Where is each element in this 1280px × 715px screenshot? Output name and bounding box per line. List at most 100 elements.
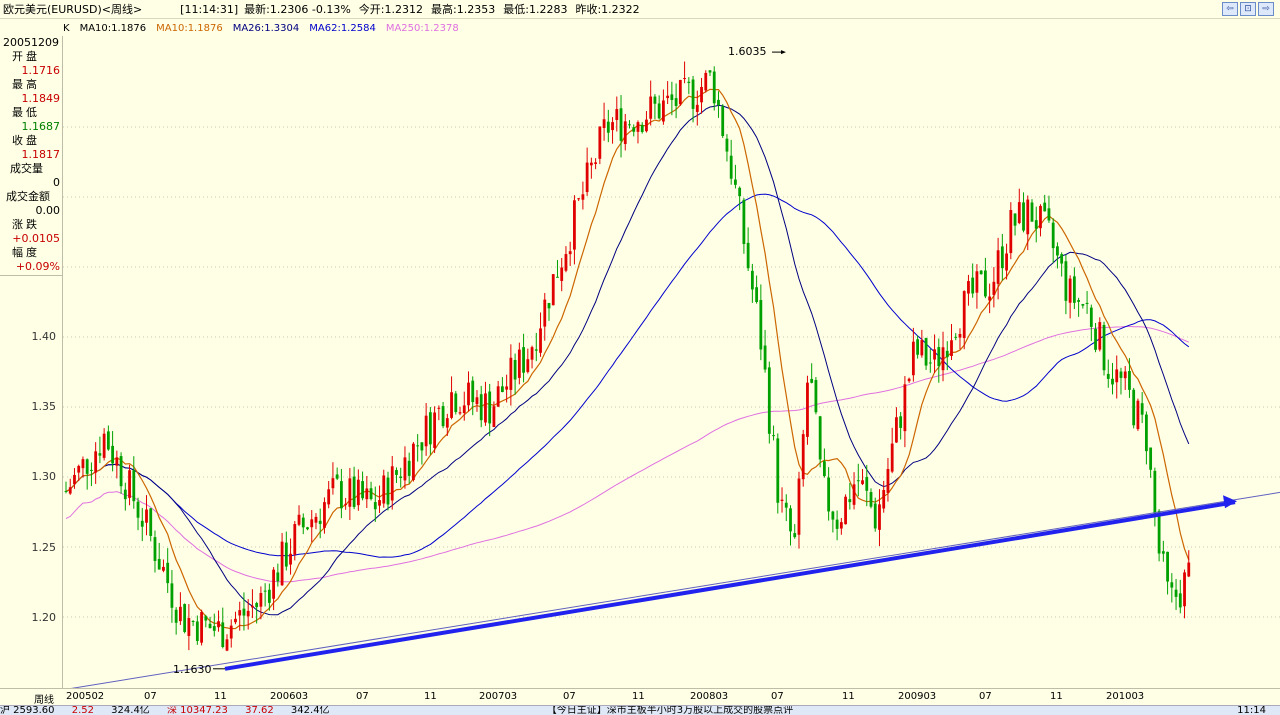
candle-body bbox=[564, 254, 568, 271]
candle-body bbox=[1089, 307, 1093, 327]
candle-body bbox=[602, 119, 606, 129]
candle-body bbox=[217, 621, 220, 628]
candle-body bbox=[225, 639, 229, 651]
candle-body bbox=[166, 562, 170, 584]
candle-body bbox=[1022, 202, 1025, 231]
candle-body bbox=[136, 501, 140, 518]
trendline bbox=[70, 491, 1280, 688]
info-change: +0.0105 bbox=[12, 232, 60, 245]
candle-body bbox=[615, 109, 619, 120]
candle-body bbox=[467, 382, 470, 406]
candle-body bbox=[623, 121, 627, 145]
x-tick-label: 07 bbox=[356, 691, 369, 702]
y-tick-label: 1.35 bbox=[31, 400, 57, 413]
candle-body bbox=[471, 380, 475, 403]
candlestick-chart[interactable]: 1.6035 1.1630 bbox=[63, 36, 1280, 688]
candle-body bbox=[462, 405, 466, 413]
candle-body bbox=[835, 519, 839, 529]
candle-body bbox=[674, 98, 678, 106]
info-amount: 0.00 bbox=[35, 204, 61, 217]
candle-body bbox=[255, 603, 259, 608]
candle-body bbox=[1081, 304, 1085, 306]
x-tick-label: 11 bbox=[1050, 691, 1063, 702]
candle-body bbox=[365, 488, 369, 500]
candle-body bbox=[301, 517, 305, 528]
candle-body bbox=[407, 460, 411, 476]
window-restore-icon[interactable]: ⇦ bbox=[1222, 2, 1238, 16]
candle-body bbox=[827, 477, 831, 512]
candle-body bbox=[115, 457, 119, 466]
candle-body bbox=[280, 541, 284, 586]
candle-body bbox=[742, 199, 746, 245]
candle-body bbox=[1098, 322, 1102, 350]
candle-body bbox=[369, 488, 373, 500]
candle-body bbox=[318, 520, 322, 524]
candle-body bbox=[869, 492, 873, 507]
candle-body bbox=[585, 162, 589, 193]
candle-body bbox=[645, 119, 648, 132]
candle-body bbox=[356, 479, 360, 506]
candle-body bbox=[611, 122, 614, 131]
window-maximize-icon[interactable]: ⊡ bbox=[1240, 2, 1256, 16]
candle-body bbox=[666, 95, 670, 99]
x-tick-label: 11 bbox=[632, 691, 645, 702]
candle-body bbox=[1149, 447, 1153, 470]
candle-body bbox=[734, 179, 737, 185]
candle-body bbox=[1013, 213, 1017, 226]
candle-body bbox=[924, 337, 928, 366]
candle-body bbox=[958, 333, 962, 338]
candle-body bbox=[750, 270, 754, 290]
candle-body bbox=[839, 522, 843, 529]
candle-body bbox=[335, 474, 339, 479]
candle-body bbox=[670, 94, 674, 100]
candle-body bbox=[950, 340, 953, 357]
candle-body bbox=[865, 477, 869, 491]
candle-body bbox=[738, 187, 742, 197]
candle-body bbox=[678, 79, 682, 105]
candle-body bbox=[297, 514, 301, 525]
legend-ma10-b: MA10:1.1876 bbox=[156, 22, 223, 34]
info-close: 1.1817 bbox=[21, 148, 61, 161]
candle-body bbox=[793, 533, 797, 538]
candle-body bbox=[568, 251, 572, 255]
candle-body bbox=[594, 162, 598, 164]
latest-value: 1.2306 -0.13% bbox=[269, 2, 351, 16]
candle-body bbox=[1077, 300, 1081, 302]
candle-body bbox=[945, 350, 949, 358]
candle-body bbox=[967, 281, 970, 294]
candle-body bbox=[276, 572, 280, 582]
candle-body bbox=[208, 623, 212, 629]
y-tick-label: 1.30 bbox=[31, 470, 57, 483]
candle-body bbox=[899, 416, 903, 428]
x-tick-label: 07 bbox=[979, 691, 992, 702]
info-low: 1.1687 bbox=[21, 120, 61, 133]
candle-body bbox=[806, 382, 809, 437]
candle-body bbox=[412, 443, 415, 481]
candle-body bbox=[789, 508, 792, 532]
candle-body bbox=[818, 416, 822, 460]
x-tick-label: 11 bbox=[424, 691, 437, 702]
candle-body bbox=[428, 412, 432, 445]
grid-lines bbox=[63, 126, 1280, 618]
candle-body bbox=[327, 489, 331, 505]
window-next-icon[interactable]: ⇨ bbox=[1258, 2, 1274, 16]
candle-body bbox=[810, 378, 814, 383]
ticker-news[interactable]: 【今日主证】深市主板半小时3万股以上成交的股票点评 bbox=[547, 706, 793, 715]
open-value: 1.2312 bbox=[384, 2, 424, 16]
candle-body bbox=[323, 502, 326, 528]
x-tick-label: 07 bbox=[771, 691, 784, 702]
candle-body bbox=[717, 99, 720, 106]
candle-body bbox=[822, 461, 826, 477]
candle-body bbox=[712, 71, 716, 104]
low-value: 1.2283 bbox=[528, 2, 568, 16]
candle-body bbox=[238, 610, 242, 616]
candle-body bbox=[162, 566, 165, 571]
info-low-label: 最低 bbox=[12, 106, 40, 119]
x-tick-label: 200703 bbox=[479, 691, 518, 702]
info-date: 20051209 bbox=[3, 36, 59, 49]
candle-body bbox=[496, 386, 500, 407]
prev-close-value: 1.2322 bbox=[601, 2, 640, 16]
candle-body bbox=[378, 500, 381, 506]
candle-body bbox=[1039, 205, 1042, 229]
candle-body bbox=[746, 242, 750, 269]
